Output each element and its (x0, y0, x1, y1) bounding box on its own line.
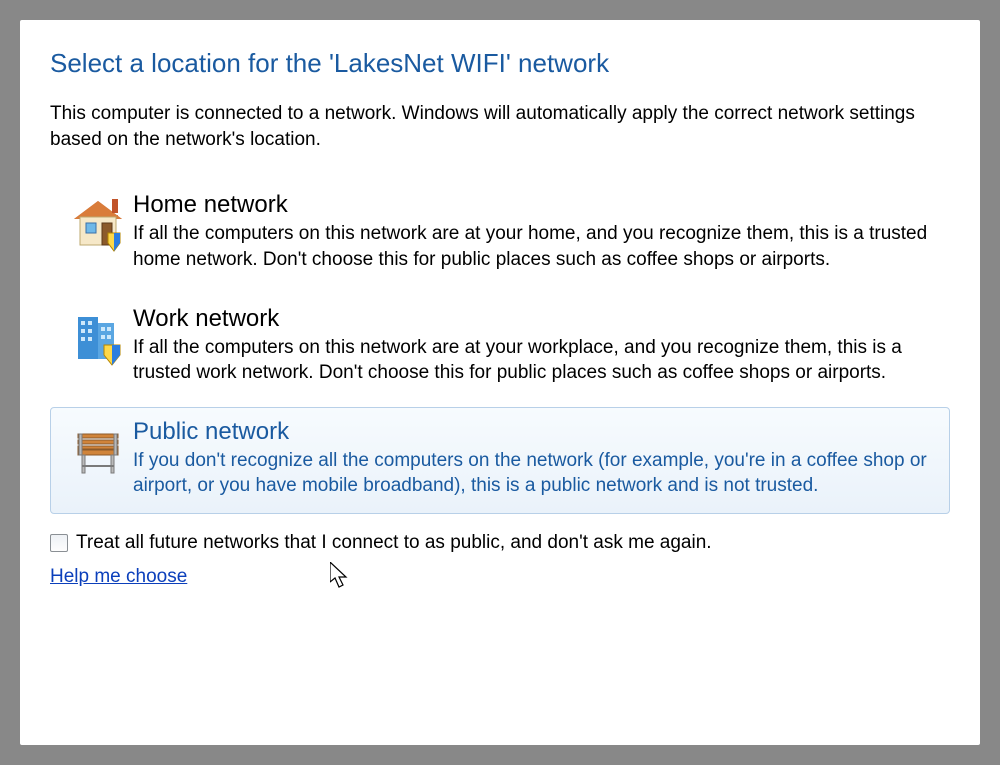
network-location-dialog: Select a location for the 'LakesNet WIFI… (20, 20, 980, 745)
option-home-network[interactable]: Home network If all the computers on thi… (50, 180, 950, 287)
work-network-title: Work network (133, 305, 937, 333)
home-network-desc: If all the computers on this network are… (133, 221, 937, 272)
home-icon (63, 191, 133, 255)
treat-public-checkbox-row[interactable]: Treat all future networks that I connect… (50, 532, 950, 554)
checkbox-icon[interactable] (50, 534, 68, 552)
public-icon (63, 418, 133, 482)
work-icon (63, 305, 133, 369)
dialog-intro-text: This computer is connected to a network.… (50, 101, 950, 152)
dialog-title: Select a location for the 'LakesNet WIFI… (50, 48, 950, 79)
help-me-choose-link[interactable]: Help me choose (50, 566, 187, 587)
treat-public-label: Treat all future networks that I connect… (76, 532, 712, 554)
option-work-network[interactable]: Work network If all the computers on thi… (50, 294, 950, 401)
public-network-desc: If you don't recognize all the computers… (133, 448, 937, 499)
home-network-title: Home network (133, 191, 937, 219)
public-network-title: Public network (133, 418, 937, 446)
option-public-network[interactable]: Public network If you don't recognize al… (50, 407, 950, 514)
work-network-desc: If all the computers on this network are… (133, 335, 937, 386)
